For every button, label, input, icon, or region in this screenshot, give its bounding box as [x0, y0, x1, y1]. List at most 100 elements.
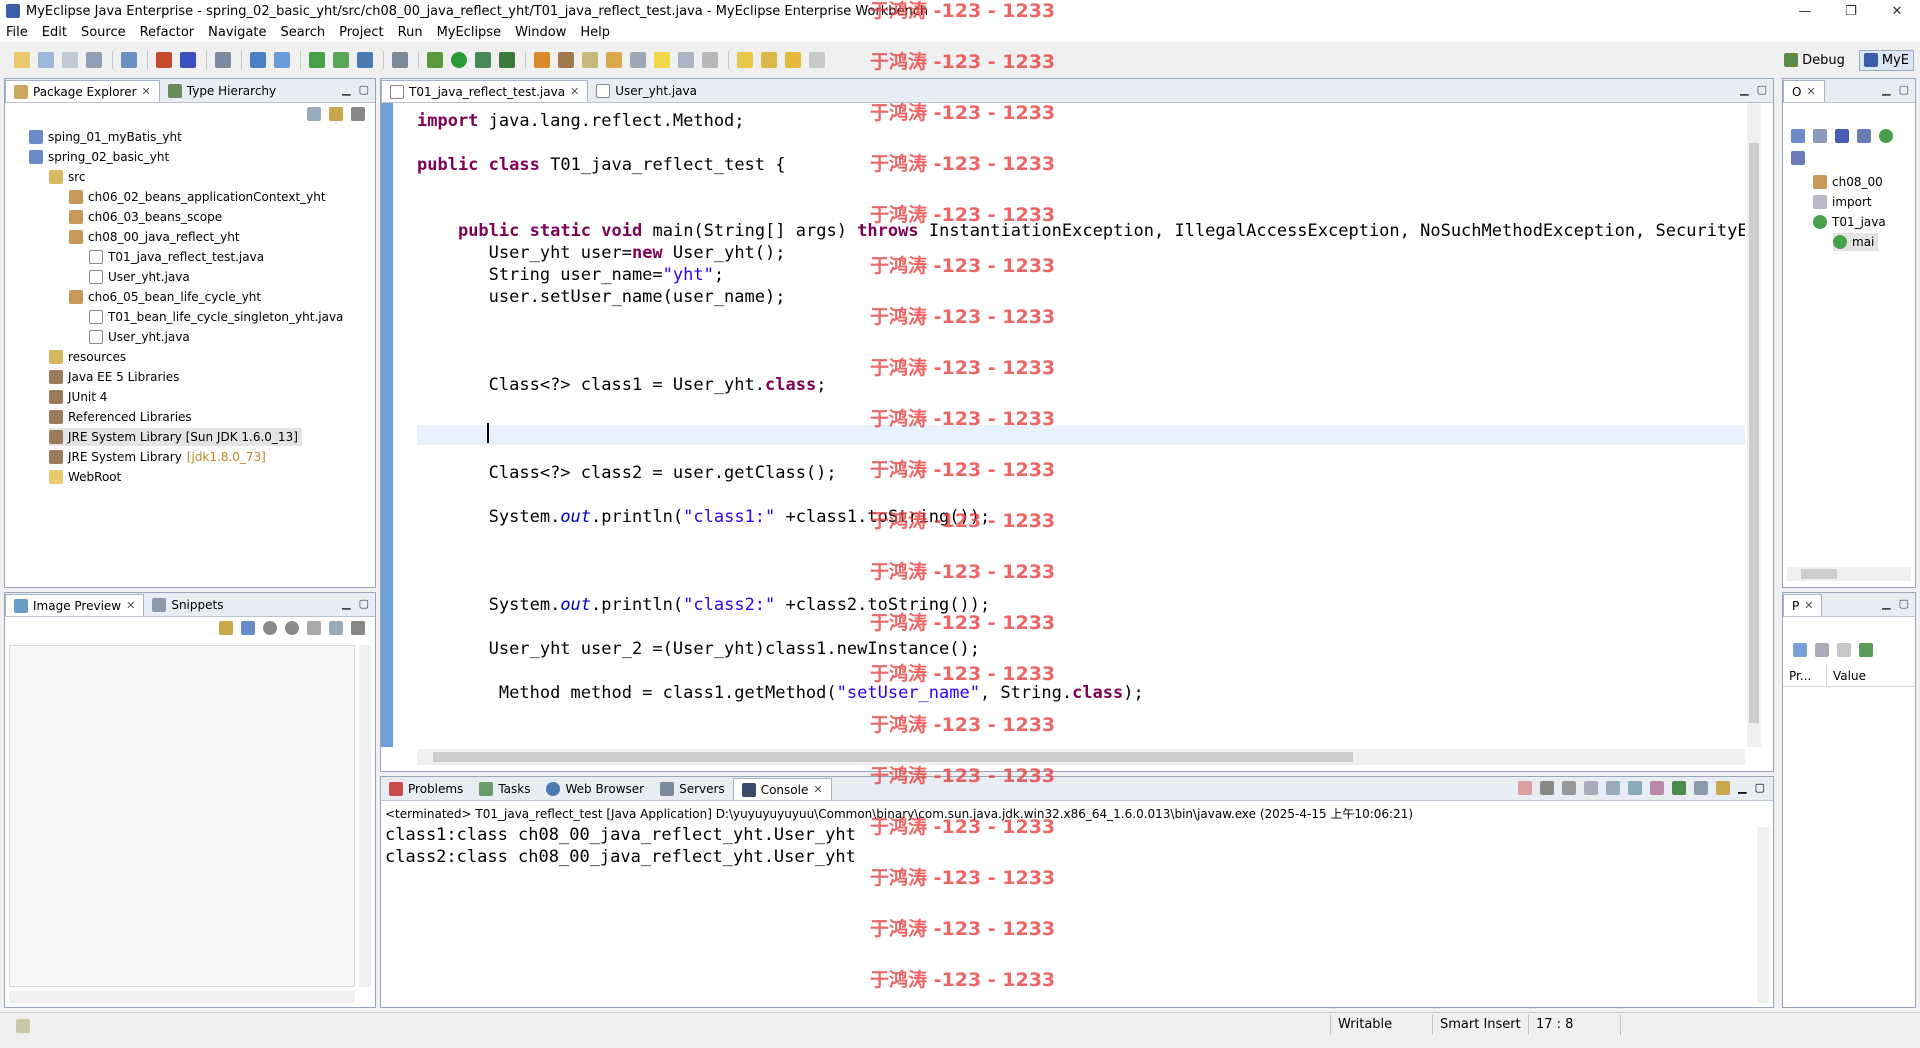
tab-problems[interactable]: Problems	[381, 778, 471, 800]
tree-item-package[interactable]: ch08_00_java_reflect_yht	[69, 228, 240, 246]
tree-item-file[interactable]: User_yht.java	[89, 268, 190, 286]
tree-item-library[interactable]: JRE System Library [jdk1.8.0_73]	[49, 448, 266, 466]
outline-item-method[interactable]: mai	[1833, 233, 1879, 251]
code-line[interactable]: Class<?> class1 = User_yht.class;	[417, 375, 827, 395]
minimize-button[interactable]: —	[1782, 0, 1828, 22]
close-tab-icon[interactable]: ✕	[1806, 85, 1815, 98]
column-value[interactable]: Value	[1827, 665, 1866, 686]
show-on-error-icon[interactable]	[1650, 781, 1665, 795]
close-tab-icon[interactable]: ✕	[1804, 599, 1813, 612]
minimize-view-icon[interactable]: ▁	[1882, 597, 1890, 610]
code-line[interactable]: user.setUser_name(user_name);	[417, 287, 786, 307]
link-editor-icon[interactable]	[329, 107, 343, 121]
tab-snippets[interactable]: Snippets	[144, 594, 231, 616]
tree-item-file[interactable]: User_yht.java	[89, 328, 190, 346]
open-task-icon[interactable]	[534, 52, 550, 68]
zoom-in-icon[interactable]	[285, 621, 299, 635]
code-line[interactable]: User_yht user=new User_yht();	[417, 243, 786, 263]
zoom-out-icon[interactable]	[263, 621, 277, 635]
tree-item-library[interactable]: Referenced Libraries	[49, 408, 192, 426]
tree-item-folder[interactable]: WebRoot	[49, 468, 121, 486]
display-console-icon[interactable]	[1694, 781, 1709, 795]
close-button[interactable]: ✕	[1874, 0, 1920, 22]
next-annotation-icon[interactable]	[737, 52, 753, 68]
tree-item-project[interactable]: spring_02_basic_yht	[29, 148, 169, 166]
tree-item-library[interactable]: Java EE 5 Libraries	[49, 368, 179, 386]
maximize-view-icon[interactable]: ▢	[359, 597, 369, 610]
whitespace-icon[interactable]	[702, 52, 718, 68]
debug-icon[interactable]	[427, 52, 443, 68]
hide-static-icon[interactable]	[1835, 129, 1849, 143]
menu-refactor[interactable]: Refactor	[140, 25, 195, 40]
actual-size-icon[interactable]	[307, 621, 321, 635]
menu-help[interactable]: Help	[580, 25, 610, 40]
scroll-lock-icon[interactable]	[1606, 781, 1621, 795]
menu-navigate[interactable]: Navigate	[208, 25, 266, 40]
view-menu-icon[interactable]	[351, 621, 365, 635]
terminate-icon[interactable]	[1518, 781, 1533, 795]
tree-item-package[interactable]: ch06_02_beans_applicationContext_yht	[69, 188, 326, 206]
editor-horizontal-scrollbar[interactable]	[417, 749, 1745, 765]
deploy-icon[interactable]	[156, 52, 172, 68]
code-line[interactable]: System.out.println("class2:" +class2.toS…	[417, 595, 991, 615]
tree-item-project[interactable]: sping_01_myBatis_yht	[29, 128, 182, 146]
tab-tasks[interactable]: Tasks	[471, 778, 538, 800]
categories-icon[interactable]	[1793, 643, 1807, 657]
maximize-view-icon[interactable]: ▢	[359, 83, 369, 96]
minimize-view-icon[interactable]: ▁	[1740, 83, 1748, 96]
tab-web-browser[interactable]: Web Browser	[538, 778, 652, 800]
link-with-editor-icon[interactable]	[1791, 151, 1805, 165]
tab-type-hierarchy[interactable]: Type Hierarchy	[160, 80, 284, 102]
show-on-output-icon[interactable]	[1628, 781, 1643, 795]
minimize-view-icon[interactable]: ▁	[342, 597, 350, 610]
maximize-view-icon[interactable]: ▢	[1755, 781, 1765, 795]
code-line[interactable]: System.out.println("class1:" +class1.toS…	[417, 507, 991, 527]
tree-item-library-selected[interactable]: JRE System Library [Sun JDK 1.6.0_13]	[49, 428, 302, 446]
uml-icon[interactable]	[274, 52, 290, 68]
clear-console-icon[interactable]	[1584, 781, 1599, 795]
close-tab-icon[interactable]: ✕	[126, 599, 135, 612]
perspective-myeclipse[interactable]: MyE	[1858, 49, 1914, 71]
menu-file[interactable]: File	[6, 25, 28, 40]
external-tools-icon[interactable]	[499, 52, 515, 68]
run-icon[interactable]	[451, 52, 467, 68]
print-icon[interactable]	[86, 52, 102, 68]
new-project-icon[interactable]	[121, 52, 137, 68]
menu-myeclipse[interactable]: MyEclipse	[437, 25, 502, 40]
menu-project[interactable]: Project	[339, 25, 383, 40]
link-icon[interactable]	[219, 621, 233, 635]
code-area[interactable]: import java.lang.reflect.Method; public c…	[417, 103, 1745, 747]
outline-item-package[interactable]: ch08_00	[1813, 173, 1883, 191]
toggle-mark-icon[interactable]	[582, 52, 598, 68]
forward-icon[interactable]	[809, 52, 825, 68]
pin-console-icon[interactable]	[1672, 781, 1687, 795]
vertical-scrollbar[interactable]	[359, 645, 371, 987]
maximize-button[interactable]: ❐	[1828, 0, 1874, 22]
open-type-icon[interactable]	[215, 52, 231, 68]
filter-icon[interactable]	[1837, 643, 1851, 657]
tab-properties[interactable]: P ✕	[1783, 594, 1823, 616]
tab-editor-user[interactable]: User_yht.java	[588, 80, 705, 102]
remove-launch-icon[interactable]	[1540, 781, 1555, 795]
tree-item-library[interactable]: JUnit 4	[49, 388, 107, 406]
code-line[interactable]: import java.lang.reflect.Method;	[417, 111, 745, 131]
menu-edit[interactable]: Edit	[42, 25, 67, 40]
tree-item-package[interactable]: cho6_05_bean_life_cycle_yht	[69, 288, 261, 306]
new-icon[interactable]	[14, 52, 30, 68]
tree-item-folder[interactable]: resources	[49, 348, 126, 366]
sort-icon[interactable]	[1791, 129, 1805, 143]
save-all-icon[interactable]	[62, 52, 78, 68]
back-icon[interactable]	[785, 52, 801, 68]
tree-item-package[interactable]: ch06_03_beans_scope	[69, 208, 222, 226]
code-line[interactable]: public class T01_java_reflect_test {	[417, 155, 786, 175]
maximize-view-icon[interactable]: ▢	[1757, 83, 1767, 96]
code-line[interactable]: String user_name="yht";	[417, 265, 724, 285]
tab-console[interactable]: Console ✕	[732, 778, 832, 800]
maximize-view-icon[interactable]: ▢	[1899, 597, 1909, 610]
highlight-icon[interactable]	[654, 52, 670, 68]
outline-horizontal-scrollbar[interactable]	[1787, 567, 1911, 581]
code-line[interactable]: User_yht user_2 =(User_yht)class1.newIns…	[417, 639, 980, 659]
hide-local-types-icon[interactable]	[1879, 129, 1893, 143]
code-line[interactable]	[417, 397, 489, 417]
search-icon[interactable]	[558, 52, 574, 68]
